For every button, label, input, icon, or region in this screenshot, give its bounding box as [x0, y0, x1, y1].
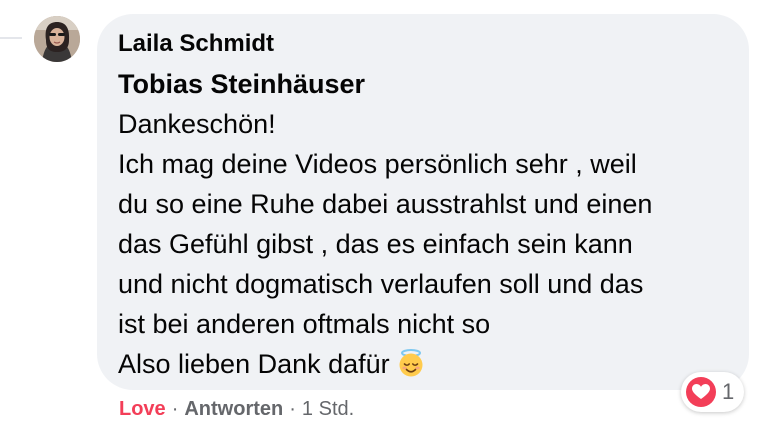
avatar[interactable] — [34, 16, 80, 62]
love-reaction-button[interactable]: Love — [119, 398, 166, 421]
reaction-summary[interactable]: 1 — [681, 372, 745, 412]
comment-line-text: Also lieben Dank dafür — [118, 349, 390, 379]
comment-actions: Love · Antworten · 1 Std. — [119, 398, 354, 421]
comment-container: Laila Schmidt Tobias Steinhäuser Dankesc… — [0, 0, 768, 436]
comment-line-last: Also lieben Dank dafür — [118, 344, 742, 389]
avatar-photo — [34, 16, 80, 62]
comment-line: du so eine Ruhe dabei ausstrahlst und ei… — [118, 189, 653, 219]
comment-line: und nicht dogmatisch verlaufen soll und … — [118, 269, 644, 299]
comment-line: das Gefühl gibst , das es einfach sein k… — [118, 229, 633, 259]
reply-button[interactable]: Antworten — [184, 398, 283, 421]
comment-author-name[interactable]: Laila Schmidt — [118, 30, 274, 58]
reaction-count: 1 — [722, 379, 735, 404]
comment-timestamp[interactable]: 1 Std. — [302, 398, 354, 421]
thread-connector-line — [0, 37, 22, 39]
separator-dot: · — [289, 398, 296, 420]
comment-body: Tobias Steinhäuser Dankeschön! Ich mag d… — [118, 64, 742, 389]
comment-line: Ich mag deine Videos persönlich sehr , w… — [118, 149, 637, 179]
separator-dot: · — [171, 398, 179, 420]
heart-icon — [686, 377, 716, 407]
comment-line: ist bei anderen oftmals nicht so — [118, 309, 491, 339]
smiling-face-with-halo-emoji-icon — [396, 348, 426, 389]
comment-line: Dankeschön! — [118, 109, 276, 139]
mentioned-user-link[interactable]: Tobias Steinhäuser — [118, 64, 742, 104]
